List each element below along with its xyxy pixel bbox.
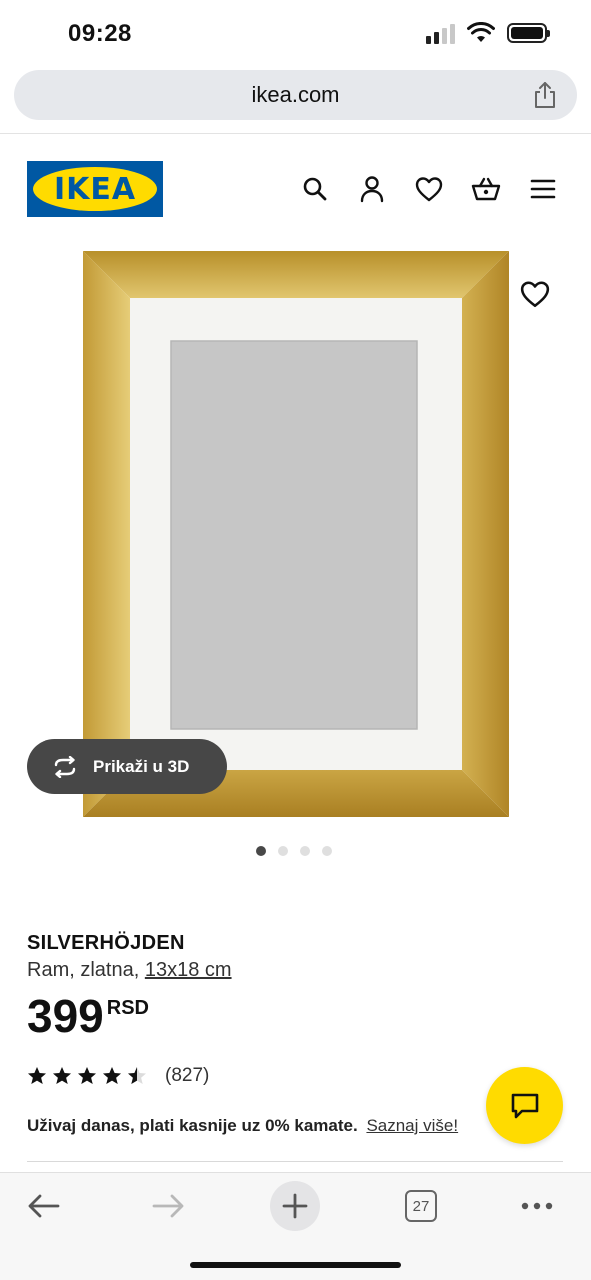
tabs-button[interactable]: 27 — [396, 1181, 446, 1231]
back-button[interactable] — [18, 1181, 68, 1231]
chat-icon — [511, 1093, 538, 1118]
review-count[interactable]: (827) — [165, 1065, 209, 1087]
forward-arrow-icon — [152, 1194, 184, 1218]
more-options-button[interactable] — [512, 1181, 562, 1231]
ikea-logo[interactable]: IKEA — [27, 161, 163, 217]
tab-count: 27 — [405, 1190, 437, 1222]
view-3d-label: Prikaži u 3D — [93, 756, 190, 776]
star-icon — [78, 1067, 96, 1084]
star-icon — [103, 1067, 121, 1084]
url-text[interactable]: ikea.com — [14, 82, 577, 108]
rotate-3d-icon — [54, 755, 76, 778]
view-in-3d-button[interactable]: Prikaži u 3D — [27, 739, 227, 794]
status-icons — [426, 22, 550, 44]
size-link[interactable]: 13x18 cm — [145, 959, 232, 981]
battery-icon — [507, 23, 550, 43]
chat-button[interactable] — [486, 1067, 563, 1144]
star-icon — [128, 1067, 146, 1084]
plus-icon — [282, 1193, 308, 1219]
carousel-dot[interactable] — [256, 846, 266, 856]
product-description: Ram, zlatna, 13x18 cm — [27, 959, 232, 982]
product-image[interactable] — [83, 251, 509, 817]
star-icon — [53, 1067, 71, 1084]
header-nav-icons — [300, 174, 558, 204]
address-bar[interactable]: ikea.com — [14, 70, 577, 120]
heart-icon[interactable] — [414, 174, 444, 204]
back-arrow-icon — [28, 1194, 60, 1218]
price-currency: RSD — [106, 997, 149, 1019]
financing-text: Uživaj danas, plati kasnije uz 0% kamate… — [27, 1116, 358, 1135]
account-icon[interactable] — [357, 174, 387, 204]
carousel-dot[interactable] — [300, 846, 310, 856]
product-rating[interactable]: (827) — [27, 1065, 209, 1087]
divider — [27, 1161, 563, 1162]
cellular-signal-icon — [426, 22, 455, 44]
carousel-dot[interactable] — [322, 846, 332, 856]
financing-banner: Uživaj danas, plati kasnije uz 0% kamate… — [27, 1116, 458, 1136]
home-indicator — [190, 1262, 401, 1268]
star-icon — [28, 1067, 46, 1084]
logo-text: IKEA — [53, 171, 137, 207]
product-price: 399 RSD — [27, 993, 149, 1039]
learn-more-link[interactable]: Saznaj više! — [366, 1116, 458, 1135]
product-type: Ram, zlatna, — [27, 959, 140, 981]
forward-button[interactable] — [144, 1181, 194, 1231]
cart-icon[interactable] — [471, 174, 501, 204]
new-tab-button[interactable] — [270, 1181, 320, 1231]
status-time: 09:28 — [68, 20, 132, 47]
more-icon — [521, 1202, 553, 1210]
carousel-dot[interactable] — [278, 846, 288, 856]
product-name[interactable]: SILVERHÖJDEN — [27, 932, 185, 955]
status-bar: 09:28 — [0, 0, 591, 70]
price-value: 399 — [27, 990, 104, 1042]
wifi-icon — [467, 22, 495, 42]
share-icon[interactable] — [531, 80, 559, 110]
search-icon[interactable] — [300, 174, 330, 204]
divider — [0, 133, 591, 134]
menu-icon[interactable] — [528, 174, 558, 204]
save-to-favorites-icon[interactable] — [520, 280, 550, 310]
logo-oval: IKEA — [33, 167, 157, 211]
image-carousel-dots — [256, 846, 332, 856]
